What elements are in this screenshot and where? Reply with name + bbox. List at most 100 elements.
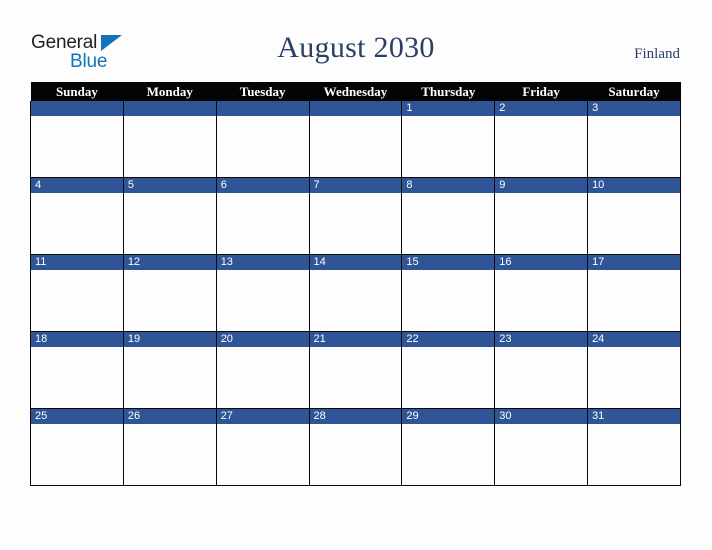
date-band: 29 (402, 409, 495, 424)
calendar-day-cell[interactable] (30, 101, 124, 178)
date-number: 11 (35, 256, 47, 268)
date-notes-area[interactable] (309, 116, 402, 177)
calendar-day-cell[interactable]: 11 (30, 254, 124, 332)
weekday-header-monday: Monday (123, 82, 217, 101)
date-notes-area[interactable] (216, 116, 309, 177)
date-notes-area[interactable] (31, 270, 123, 331)
calendar-day-cell[interactable]: 16 (494, 254, 589, 332)
date-notes-area[interactable] (402, 193, 495, 254)
date-notes-area[interactable] (216, 193, 309, 254)
calendar-page: General Blue August 2030 Finland Sunday … (0, 0, 712, 550)
date-notes-area[interactable] (495, 424, 588, 485)
date-notes-area[interactable] (31, 424, 123, 485)
calendar-day-cell[interactable]: 12 (122, 254, 217, 332)
date-notes-area[interactable] (123, 424, 216, 485)
date-notes-area[interactable] (216, 270, 309, 331)
calendar-day-cell[interactable]: 19 (122, 331, 217, 409)
calendar-day-cell[interactable]: 22 (401, 331, 496, 409)
page-title: August 2030 (277, 31, 435, 64)
calendar-day-cell[interactable]: 7 (308, 177, 403, 255)
date-notes-area[interactable] (309, 270, 402, 331)
date-band: 12 (123, 255, 216, 270)
date-number: 16 (499, 256, 512, 268)
date-notes-area[interactable] (31, 347, 123, 408)
weekday-header-tuesday: Tuesday (216, 82, 310, 101)
calendar-week-row: 11 12 13 14 15 16 17 (30, 254, 681, 332)
date-number: 24 (592, 333, 605, 345)
calendar-day-cell[interactable]: 25 (30, 408, 124, 486)
calendar-day-cell[interactable]: 3 (587, 101, 681, 178)
page-header: General Blue August 2030 Finland (0, 0, 712, 82)
calendar-day-cell[interactable]: 27 (215, 408, 310, 486)
calendar-day-cell[interactable]: 21 (308, 331, 403, 409)
date-number: 8 (406, 179, 413, 191)
calendar-day-cell[interactable]: 31 (587, 408, 681, 486)
date-notes-area[interactable] (31, 193, 123, 254)
calendar-day-cell[interactable]: 18 (30, 331, 124, 409)
calendar-week-row: 4 5 6 7 8 9 10 (30, 177, 681, 255)
date-notes-area[interactable] (309, 193, 402, 254)
calendar-header-row-group: Sunday Monday Tuesday Wednesday Thursday… (30, 82, 681, 101)
calendar-day-cell[interactable]: 8 (401, 177, 496, 255)
calendar-day-cell[interactable] (215, 101, 310, 178)
calendar-day-cell[interactable]: 4 (30, 177, 124, 255)
date-band: 20 (216, 332, 309, 347)
date-notes-area[interactable] (123, 347, 216, 408)
date-number: 22 (406, 333, 419, 345)
date-notes-area[interactable] (402, 270, 495, 331)
date-number: 4 (35, 179, 42, 191)
date-notes-area[interactable] (216, 424, 309, 485)
date-notes-area[interactable] (123, 116, 216, 177)
date-notes-area[interactable] (309, 347, 402, 408)
date-notes-area[interactable] (31, 116, 123, 177)
date-notes-area[interactable] (495, 347, 588, 408)
date-number: 17 (592, 256, 605, 268)
date-notes-area[interactable] (588, 116, 680, 177)
calendar-day-cell[interactable]: 20 (215, 331, 310, 409)
calendar-day-cell[interactable]: 26 (122, 408, 217, 486)
date-notes-area[interactable] (402, 347, 495, 408)
calendar-day-cell[interactable]: 15 (401, 254, 496, 332)
calendar-day-cell[interactable]: 14 (308, 254, 403, 332)
date-notes-area[interactable] (495, 270, 588, 331)
date-notes-area[interactable] (495, 193, 588, 254)
calendar-day-cell[interactable] (122, 101, 217, 178)
calendar-day-cell[interactable]: 24 (587, 331, 681, 409)
calendar-day-cell[interactable]: 29 (401, 408, 496, 486)
calendar-day-cell[interactable]: 30 (494, 408, 589, 486)
date-notes-area[interactable] (216, 347, 309, 408)
date-band: 6 (216, 178, 309, 193)
date-notes-area[interactable] (402, 424, 495, 485)
calendar-day-cell[interactable]: 13 (215, 254, 310, 332)
date-number: 29 (406, 410, 419, 422)
calendar-day-cell[interactable]: 10 (587, 177, 681, 255)
date-band: 15 (402, 255, 495, 270)
date-notes-area[interactable] (588, 193, 680, 254)
calendar-day-cell[interactable]: 28 (308, 408, 403, 486)
date-band (123, 101, 216, 116)
calendar-day-cell[interactable]: 6 (215, 177, 310, 255)
date-notes-area[interactable] (402, 116, 495, 177)
date-notes-area[interactable] (123, 193, 216, 254)
date-number: 23 (499, 333, 512, 345)
calendar-day-cell[interactable]: 5 (122, 177, 217, 255)
calendar-week-row: 18 19 20 21 22 23 24 (30, 331, 681, 409)
date-number: 14 (313, 256, 326, 268)
date-band (216, 101, 309, 116)
date-notes-area[interactable] (309, 424, 402, 485)
calendar-day-cell[interactable]: 9 (494, 177, 589, 255)
date-band: 5 (123, 178, 216, 193)
date-band: 2 (495, 101, 588, 116)
calendar-day-cell[interactable]: 1 (401, 101, 496, 178)
calendar-day-cell[interactable]: 17 (587, 254, 681, 332)
date-number: 5 (127, 179, 134, 191)
calendar-day-cell[interactable] (308, 101, 403, 178)
date-number: 9 (499, 179, 506, 191)
date-notes-area[interactable] (588, 347, 680, 408)
date-notes-area[interactable] (588, 424, 680, 485)
calendar-day-cell[interactable]: 23 (494, 331, 589, 409)
date-notes-area[interactable] (123, 270, 216, 331)
date-notes-area[interactable] (495, 116, 588, 177)
calendar-day-cell[interactable]: 2 (494, 101, 589, 178)
date-notes-area[interactable] (588, 270, 680, 331)
